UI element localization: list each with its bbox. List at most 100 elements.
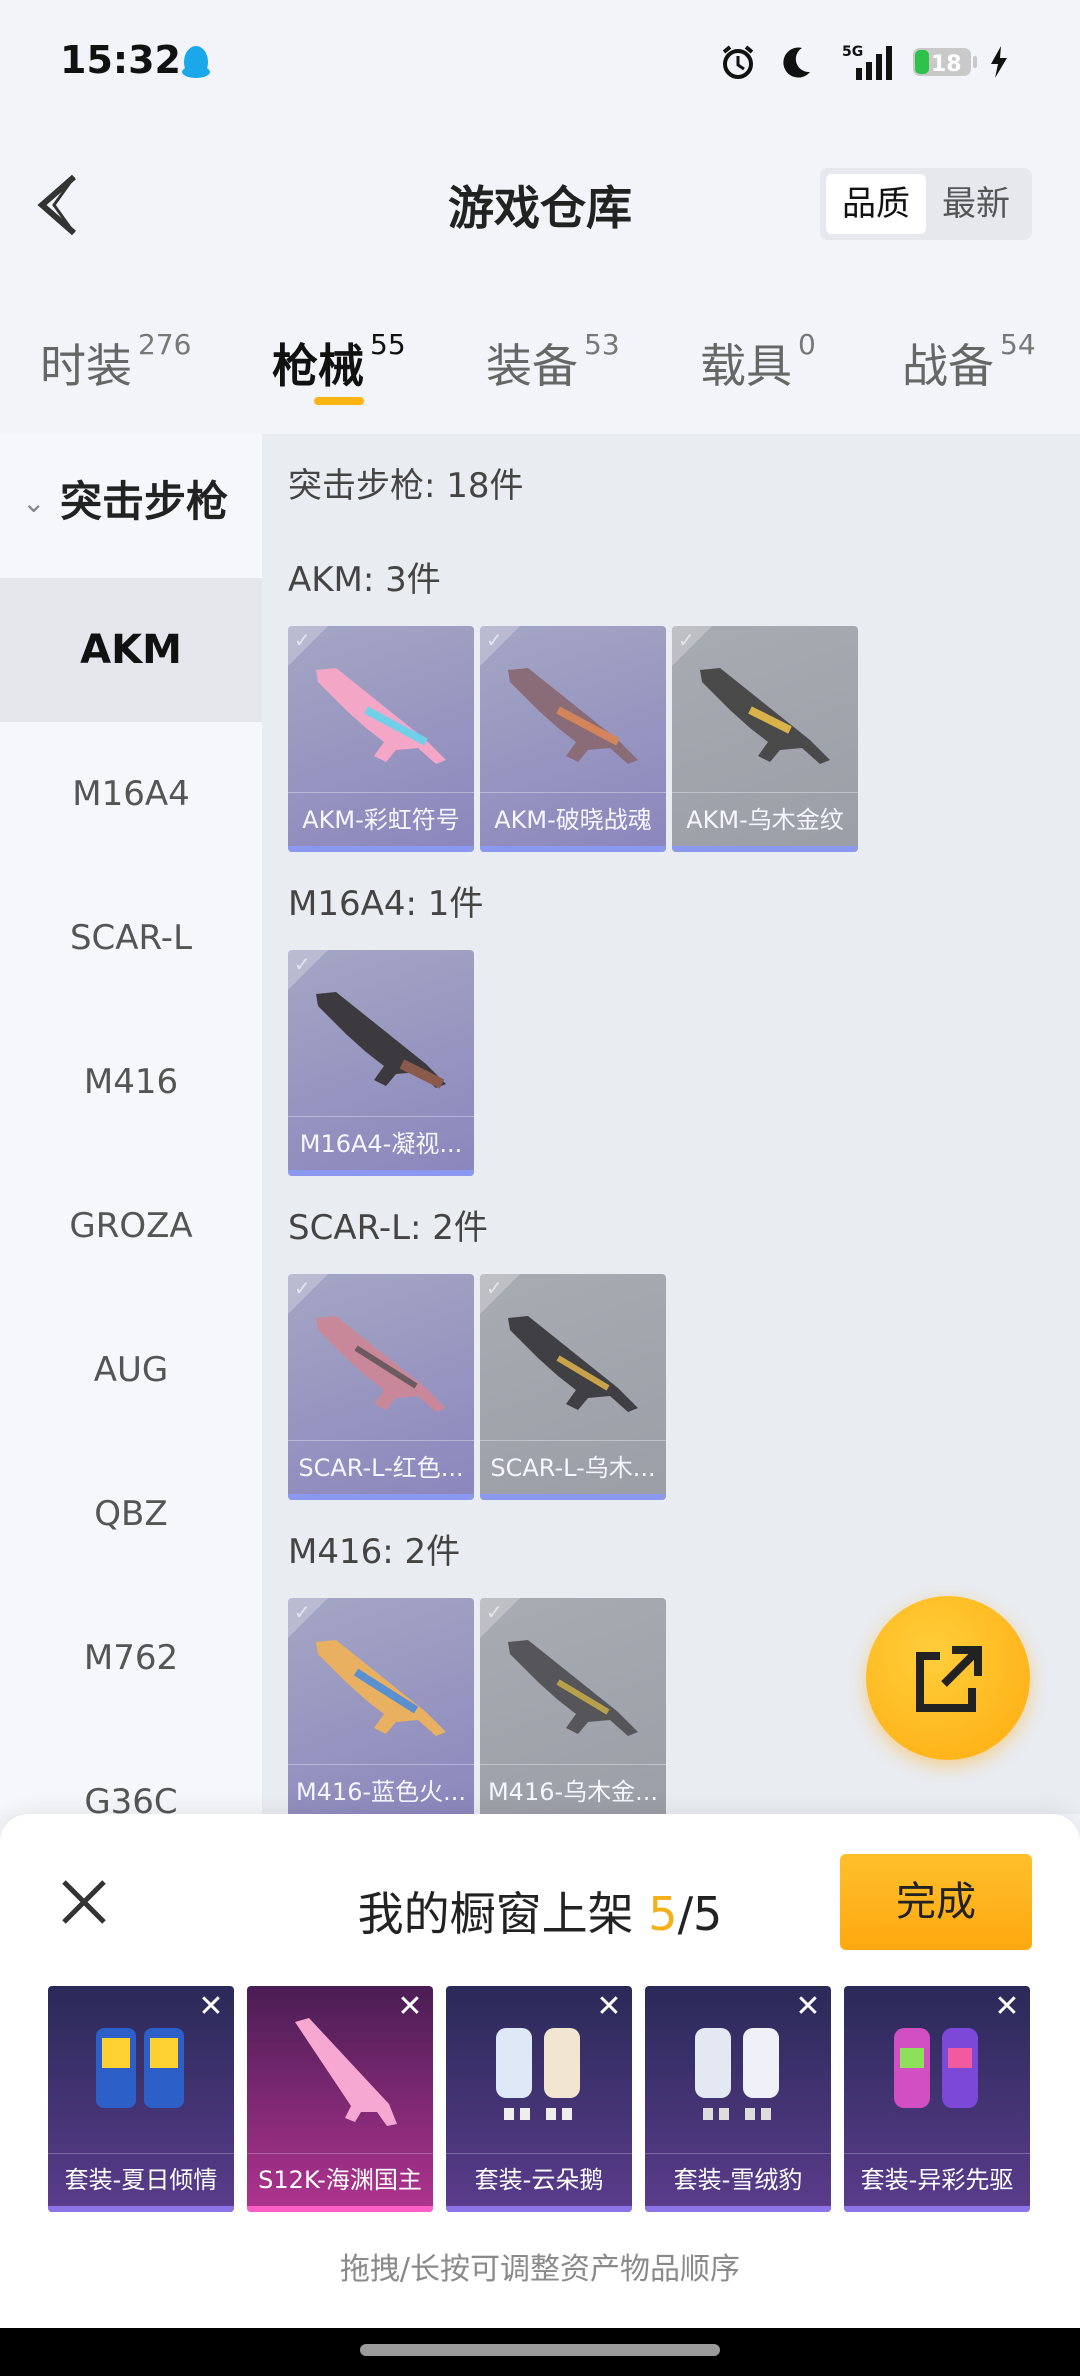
outfit-icon	[96, 2028, 184, 2108]
moon-icon	[774, 40, 818, 84]
weapon-name: AKM-破晓战魂	[480, 792, 666, 846]
showcase-current-count: 5	[648, 1887, 678, 1941]
sidebar-item-scar-l[interactable]: SCAR-L	[0, 866, 262, 1010]
showcase-item[interactable]: ✕ 套装-异彩先驱	[844, 1986, 1030, 2212]
battery-icon: 18	[910, 40, 980, 84]
tab-fashion[interactable]: 时装 276	[40, 328, 192, 396]
tab-label: 枪械	[272, 339, 364, 393]
sidebar-category-header[interactable]: ⌄ 突击步枪	[0, 468, 262, 548]
showcase-item-name: S12K-海渊国主	[247, 2153, 433, 2206]
status-time: 15:32	[60, 38, 181, 82]
external-link-icon	[916, 1646, 982, 1712]
reorder-hint: 拖拽/长按可调整资产物品顺序	[339, 2252, 741, 2287]
quality-bar	[672, 846, 858, 852]
check-icon: ✓	[486, 1600, 503, 1624]
showcase-item[interactable]: ✕ 套装-云朵鹅	[446, 1986, 632, 2212]
chevron-down-icon: ⌄	[22, 486, 46, 519]
alarm-icon	[716, 40, 760, 84]
section-title-scar-l: SCAR-L: 2件	[288, 1208, 488, 1248]
status-bar: 15:32 5G 18	[0, 0, 1080, 130]
showcase-item-name: 套装-雪绒豹	[645, 2153, 831, 2206]
sort-quality-button[interactable]: 品质	[826, 174, 926, 234]
quality-bar	[844, 2206, 1030, 2212]
outfit-icon	[496, 2028, 580, 2120]
quality-bar	[480, 846, 666, 852]
weapon-name: AKM-乌木金纹	[672, 792, 858, 846]
quality-bar	[288, 846, 474, 852]
tab-count: 276	[138, 328, 192, 361]
sort-latest-button[interactable]: 最新	[926, 174, 1026, 234]
share-button[interactable]	[866, 1596, 1030, 1760]
tab-vehicles[interactable]: 载具 0	[700, 328, 816, 396]
shotgun-icon	[295, 2018, 397, 2126]
remove-icon[interactable]: ✕	[592, 1990, 626, 2024]
sidebar-item-aug[interactable]: AUG	[0, 1298, 262, 1442]
weapon-name: M16A4-凝视...	[288, 1116, 474, 1170]
check-icon: ✓	[486, 628, 503, 652]
weapon-card[interactable]: ✓ AKM-乌木金纹	[672, 626, 858, 852]
check-icon: ✓	[294, 952, 311, 976]
weapon-card[interactable]: ✓ AKM-彩虹符号	[288, 626, 474, 852]
sidebar-item-m16a4[interactable]: M16A4	[0, 722, 262, 866]
sidebar-item-qbz[interactable]: QBZ	[0, 1442, 262, 1586]
outfit-icon	[894, 2028, 978, 2108]
sort-toggle: 品质 最新	[820, 168, 1032, 240]
rifle-icon	[316, 1316, 446, 1412]
sidebar-item-groza[interactable]: GROZA	[0, 1154, 262, 1298]
charging-icon	[984, 40, 1014, 84]
rifle-icon	[508, 668, 638, 764]
weapon-card[interactable]: ✓ SCAR-L-红色...	[288, 1274, 474, 1500]
showcase-item[interactable]: ✕ 套装-夏日倾情	[48, 1986, 234, 2212]
svg-text:5G: 5G	[842, 44, 863, 60]
showcase-item-name: 套装-夏日倾情	[48, 2153, 234, 2206]
showcase-title-text: 我的橱窗上架	[357, 1887, 649, 1941]
quality-bar	[480, 1494, 666, 1500]
section-title-m16a4: M16A4: 1件	[288, 884, 484, 924]
sidebar-item-m762[interactable]: M762	[0, 1586, 262, 1730]
check-icon: ✓	[678, 628, 695, 652]
showcase-item-name: 套装-云朵鹅	[446, 2153, 632, 2206]
tab-equipment[interactable]: 装备 53	[486, 328, 620, 396]
weapon-name: AKM-彩虹符号	[288, 792, 474, 846]
showcase-item[interactable]: ✕ S12K-海渊国主	[247, 1986, 433, 2212]
quality-bar	[288, 1170, 474, 1176]
svg-text:18: 18	[931, 52, 962, 77]
weapon-card[interactable]: ✓ SCAR-L-乌木...	[480, 1274, 666, 1500]
rifle-icon	[508, 1316, 638, 1412]
active-tab-indicator	[314, 397, 364, 405]
showcase-item-name: 套装-异彩先驱	[844, 2153, 1030, 2206]
showcase-item[interactable]: ✕ 套装-雪绒豹	[645, 1986, 831, 2212]
tab-count: 0	[798, 328, 816, 361]
sidebar-item-akm[interactable]: AKM	[0, 578, 262, 722]
sidebar-item-m416[interactable]: M416	[0, 1010, 262, 1154]
section-title-akm: AKM: 3件	[288, 560, 441, 600]
rifle-icon	[316, 668, 446, 764]
rifle-icon	[700, 668, 830, 764]
check-icon: ✓	[486, 1276, 503, 1300]
weapon-card[interactable]: ✓ M416-乌木金...	[480, 1598, 666, 1814]
check-icon: ✓	[294, 1276, 311, 1300]
remove-icon[interactable]: ✕	[194, 1990, 228, 2024]
check-icon: ✓	[294, 628, 311, 652]
remove-icon[interactable]: ✕	[990, 1990, 1024, 2024]
tab-supplies[interactable]: 战备 54	[902, 328, 1036, 396]
weapon-sidebar: ⌄ 突击步枪 AKM M16A4 SCAR-L M416 GROZA AUG Q…	[0, 434, 262, 1822]
check-icon: ✓	[294, 1600, 311, 1624]
weapon-card[interactable]: ✓ AKM-破晓战魂	[480, 626, 666, 852]
remove-icon[interactable]: ✕	[791, 1990, 825, 2024]
home-indicator[interactable]	[360, 2344, 720, 2356]
weapon-name: SCAR-L-红色...	[288, 1440, 474, 1494]
weapon-card[interactable]: ✓ M16A4-凝视...	[288, 950, 474, 1176]
remove-icon[interactable]: ✕	[393, 1990, 427, 2024]
showcase-total-count: /5	[677, 1887, 723, 1941]
weapon-name: M416-蓝色火...	[288, 1764, 474, 1814]
quality-bar	[288, 1494, 474, 1500]
outfit-icon	[695, 2028, 779, 2120]
done-button[interactable]: 完成	[840, 1854, 1032, 1950]
tab-count: 55	[370, 328, 406, 361]
signal-icon: 5G	[830, 40, 894, 84]
tab-label: 战备	[902, 339, 994, 393]
tab-weapons[interactable]: 枪械 55	[272, 328, 406, 396]
weapon-card[interactable]: ✓ M416-蓝色火...	[288, 1598, 474, 1814]
category-summary: 突击步枪: 18件	[288, 466, 524, 506]
